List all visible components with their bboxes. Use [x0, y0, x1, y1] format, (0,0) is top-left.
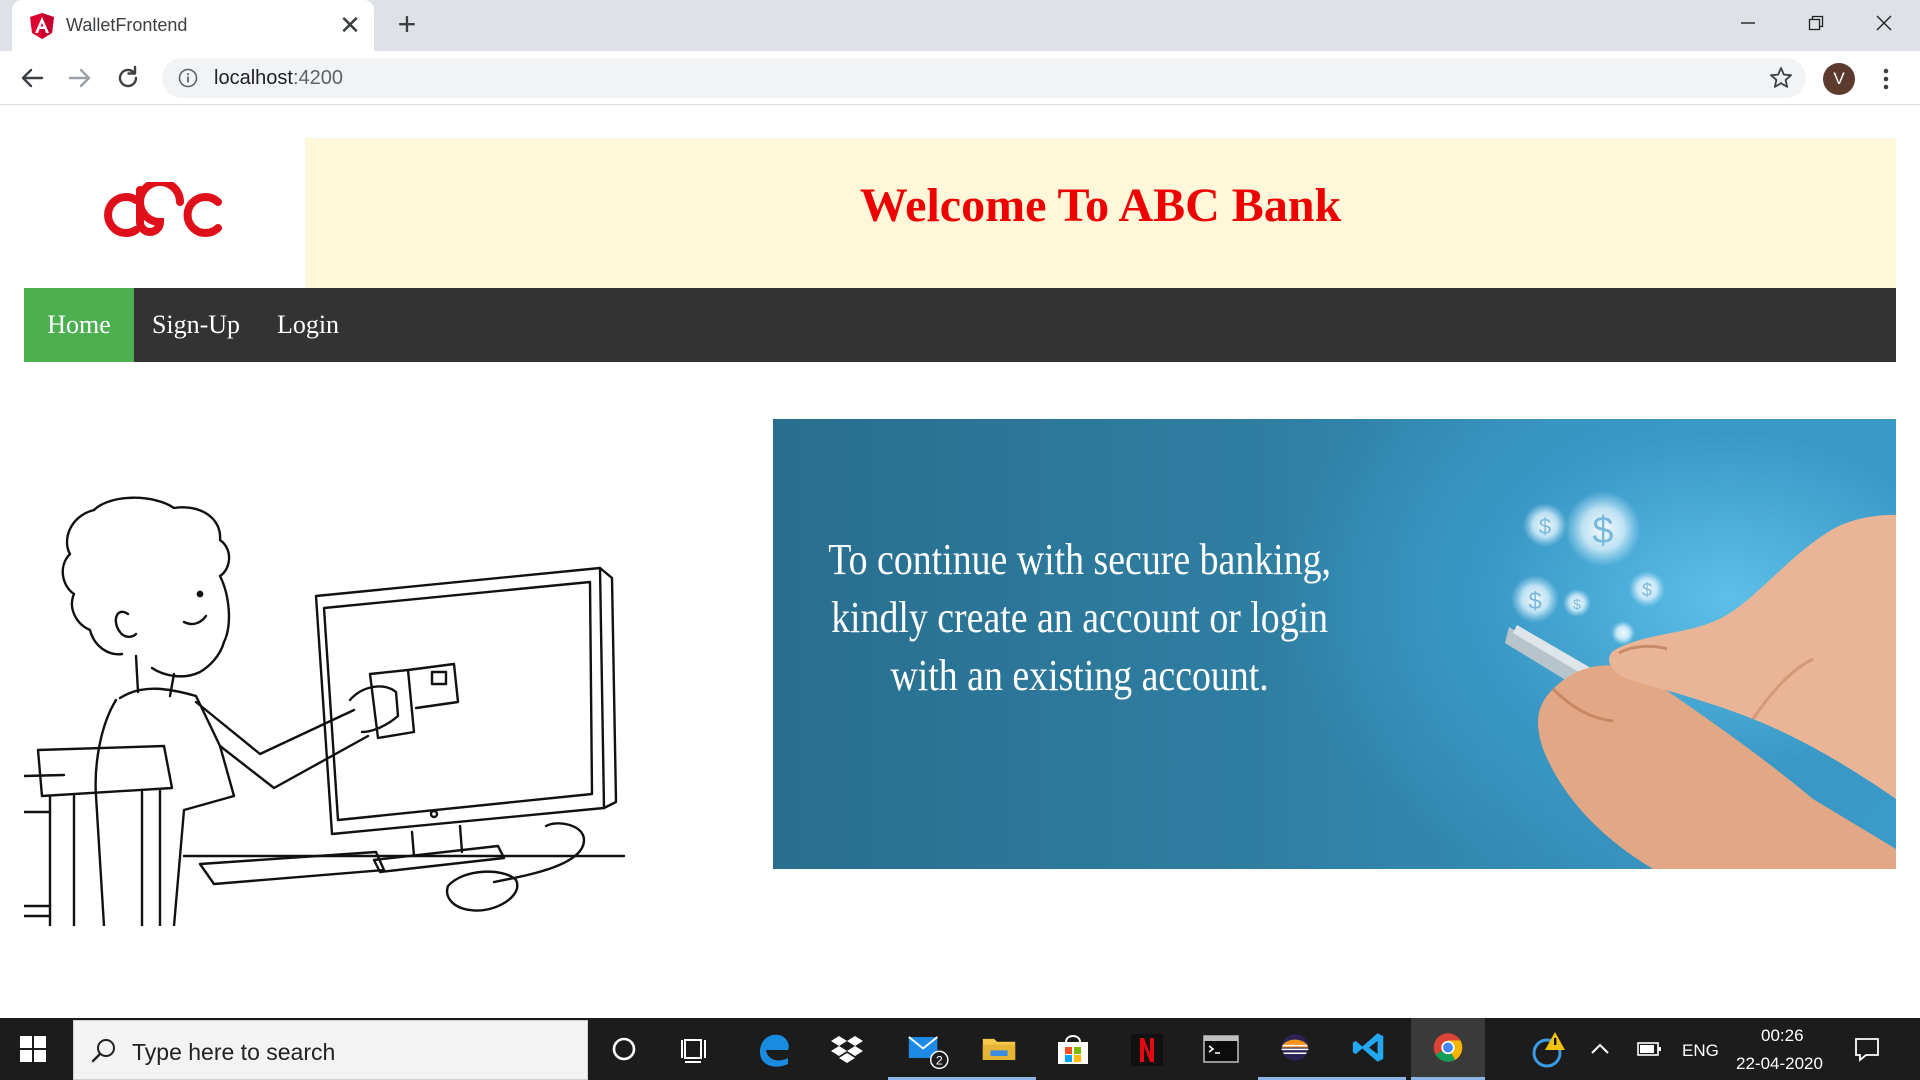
- update-warning-icon[interactable]: [1513, 1018, 1587, 1080]
- bookmark-star-icon[interactable]: [1768, 65, 1794, 91]
- url-text[interactable]: localhost:4200: [214, 67, 343, 90]
- svg-text:$: $: [1592, 510, 1613, 552]
- page-content: Welcome To ABC Bank Home Sign-Up Login T…: [0, 106, 1920, 1018]
- nav-signup[interactable]: Sign-Up: [134, 288, 258, 362]
- edge-icon[interactable]: [736, 1018, 810, 1080]
- battery-icon[interactable]: [1628, 1018, 1672, 1080]
- url-host: localhost: [214, 67, 293, 89]
- cortana-icon[interactable]: [587, 1018, 661, 1080]
- task-view-icon[interactable]: [659, 1018, 733, 1080]
- clock-date[interactable]: 22-04-2020: [1736, 1054, 1823, 1074]
- taskbar-search[interactable]: Type here to search: [73, 1020, 588, 1080]
- nav-home[interactable]: Home: [24, 288, 134, 362]
- language-indicator[interactable]: ENG: [1682, 1041, 1719, 1061]
- address-bar[interactable]: localhost:4200: [162, 58, 1806, 98]
- browser-tab[interactable]: WalletFrontend ✕: [12, 0, 374, 51]
- chrome-icon[interactable]: [1411, 1018, 1485, 1080]
- reload-icon[interactable]: [108, 58, 148, 98]
- minimize-button[interactable]: [1714, 0, 1782, 44]
- browser-toolbar: localhost:4200 V: [0, 51, 1920, 105]
- hero-line-3: with an existing account.: [890, 651, 1269, 700]
- windows-taskbar: Type here to search 2 ENG 00:26 22-04-20…: [0, 1018, 1920, 1080]
- hero-line-1: To continue with secure banking,: [828, 535, 1332, 584]
- restore-button[interactable]: [1782, 0, 1850, 44]
- netflix-icon[interactable]: [1110, 1018, 1184, 1080]
- store-icon[interactable]: [1036, 1018, 1110, 1080]
- chevron-up-icon[interactable]: [1580, 1018, 1620, 1080]
- vscode-icon[interactable]: [1332, 1018, 1406, 1080]
- info-icon[interactable]: [178, 68, 198, 88]
- dropbox-icon[interactable]: [810, 1018, 884, 1080]
- windows-start-icon[interactable]: [20, 1036, 46, 1062]
- notifications-icon[interactable]: [1852, 1034, 1882, 1064]
- clock-time[interactable]: 00:26: [1761, 1026, 1804, 1046]
- search-placeholder: Type here to search: [132, 1039, 336, 1065]
- tab-strip: WalletFrontend ✕ +: [0, 0, 1920, 51]
- close-window-button[interactable]: [1850, 0, 1918, 44]
- tab-title: WalletFrontend: [66, 15, 188, 35]
- restore-icon: [1808, 16, 1824, 31]
- welcome-banner: Welcome To ABC Bank: [305, 138, 1896, 288]
- profile-avatar[interactable]: V: [1823, 63, 1855, 95]
- minimize-icon: [1741, 22, 1755, 24]
- mail-icon[interactable]: 2: [888, 1018, 962, 1080]
- mail-badge: 2: [936, 1054, 943, 1068]
- hero-message: To continue with secure banking, kindly …: [813, 531, 1346, 705]
- svg-text:$: $: [1642, 580, 1652, 600]
- svg-text:$: $: [1539, 514, 1551, 539]
- tab-close-icon[interactable]: ✕: [334, 9, 366, 41]
- url-port: :4200: [292, 67, 343, 89]
- phone-in-hands-image: $ $ $ $ $: [1505, 491, 1896, 869]
- abc-logo: [104, 182, 222, 237]
- terminal-icon[interactable]: [1184, 1018, 1258, 1080]
- svg-text:$: $: [1573, 596, 1581, 612]
- angular-icon: [30, 13, 54, 39]
- new-tab-button[interactable]: +: [390, 8, 424, 42]
- eclipse-icon[interactable]: [1258, 1018, 1332, 1080]
- online-payment-illustration: [24, 496, 626, 926]
- file-explorer-icon[interactable]: [962, 1018, 1036, 1080]
- main-navbar: Home Sign-Up Login: [24, 288, 1896, 362]
- svg-text:$: $: [1528, 588, 1541, 615]
- more-menu-icon[interactable]: [1876, 63, 1896, 95]
- forward-arrow-icon[interactable]: [60, 58, 100, 98]
- close-icon: [1876, 15, 1892, 31]
- nav-login[interactable]: Login: [258, 288, 358, 362]
- hero-banner: To continue with secure banking, kindly …: [773, 419, 1896, 869]
- banner-title: Welcome To ABC Bank: [859, 179, 1342, 232]
- search-icon: [91, 1039, 115, 1063]
- hero-line-2: kindly create an account or login: [831, 593, 1329, 642]
- back-arrow-icon[interactable]: [12, 58, 52, 98]
